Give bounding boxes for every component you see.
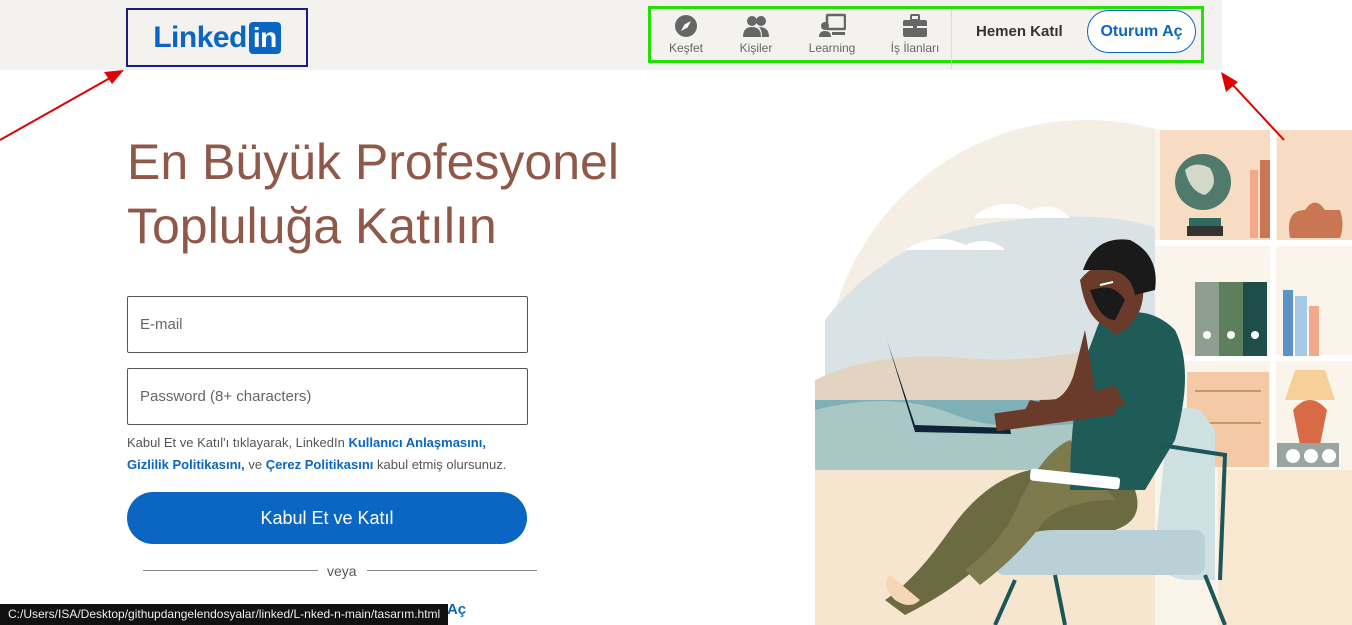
or-label: veya <box>327 563 357 579</box>
headline-line-1: En Büyük Profesyonel <box>127 134 619 190</box>
status-bar-url: C:/Users/ISA/Desktop/githupdangelendosya… <box>0 604 449 625</box>
nav-label: İş İlanları <box>890 41 940 55</box>
join-now-link[interactable]: Hemen Katıl <box>976 23 1063 40</box>
logo-in-badge: in <box>248 21 281 54</box>
nav-item-jobs[interactable]: İş İlanları <box>880 9 950 60</box>
left-arrow-line <box>0 77 111 141</box>
illustration-svg <box>815 120 1352 625</box>
terms-text: Kabul Et ve Katıl'ı tıklayarak, LinkedIn… <box>127 432 547 476</box>
compass-icon <box>675 15 697 37</box>
email-input[interactable] <box>128 297 527 352</box>
sign-in-button[interactable]: Oturum Aç <box>1087 10 1196 53</box>
nav-item-learning[interactable]: Learning <box>797 9 867 60</box>
page-headline: En Büyük Profesyonel Topluluğa Katılın <box>127 130 619 258</box>
or-divider-left <box>143 570 318 571</box>
linkedin-logo[interactable]: Linked in <box>153 21 281 55</box>
right-arrow-head <box>1221 72 1238 92</box>
email-field[interactable] <box>127 296 528 353</box>
learning-icon <box>819 13 846 37</box>
or-divider-right <box>367 570 537 571</box>
nav-label: Keşfet <box>668 41 704 55</box>
cookie-policy-link[interactable]: Çerez Politikasını <box>266 457 374 472</box>
nav-item-explore[interactable]: Keşfet <box>651 9 721 60</box>
briefcase-icon <box>903 14 927 37</box>
password-input[interactable] <box>128 369 527 424</box>
nav-divider <box>951 9 952 69</box>
headline-line-2: Topluluğa Katılın <box>127 198 497 254</box>
nav-label: Kişiler <box>739 41 773 55</box>
terms-suffix: kabul etmiş olursunuz. <box>373 457 507 472</box>
user-agreement-link[interactable]: Kullanıcı Anlaşmasını, <box>348 435 486 450</box>
agree-and-join-button[interactable]: Kabul Et ve Katıl <box>127 492 527 544</box>
password-field[interactable] <box>127 368 528 425</box>
people-icon <box>743 16 769 37</box>
nav-annotation-box: Keşfet Kişiler Learning İş İlanları Heme… <box>648 6 1204 69</box>
logo-annotation-box: Linked in <box>126 8 308 67</box>
nav-item-people[interactable]: Kişiler <box>721 9 791 60</box>
terms-prefix: Kabul Et ve Katıl'ı tıklayarak, LinkedIn <box>127 435 349 450</box>
logo-text: Linked <box>153 20 247 54</box>
terms-mid: ve <box>244 457 266 472</box>
privacy-policy-link[interactable]: Gizlilik Politikasını, <box>127 457 245 472</box>
left-arrow-head <box>104 70 124 84</box>
hero-illustration <box>815 110 1352 625</box>
nav-label: Learning <box>808 41 856 55</box>
